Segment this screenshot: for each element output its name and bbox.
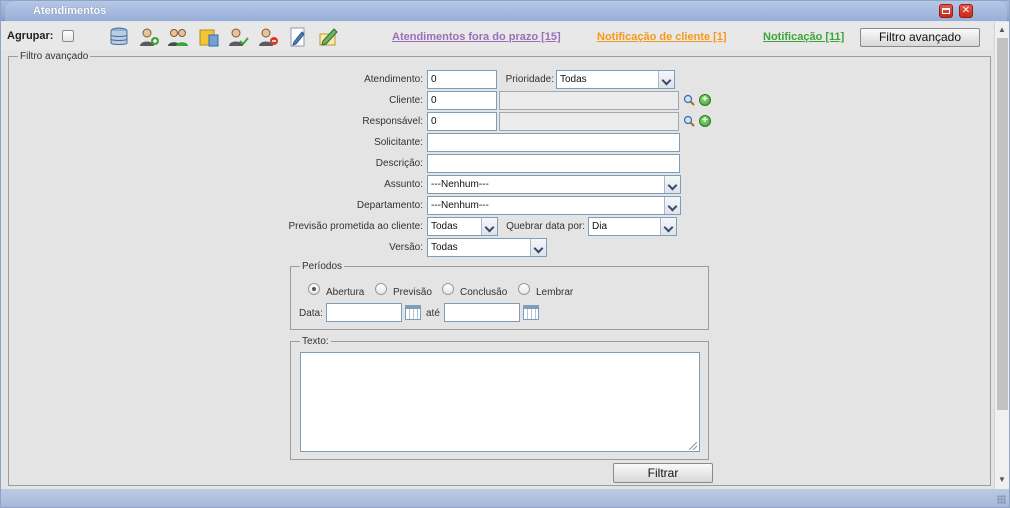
advanced-filter-button[interactable]: Filtro avançado — [860, 28, 980, 47]
responsavel-input[interactable]: 0 — [427, 112, 497, 131]
add-user-icon[interactable] — [138, 26, 160, 48]
radio-abertura[interactable] — [308, 283, 320, 295]
atendimentos-window: Atendimentos ✕ Agrupar: Atendimentos for… — [0, 0, 1010, 508]
filter-submit-button[interactable]: Filtrar — [613, 463, 713, 483]
chevron-down-icon[interactable] — [664, 176, 680, 193]
assunto-label: Assunto: — [384, 179, 423, 190]
solicitante-label: Solicitante: — [374, 137, 423, 148]
cliente-label: Cliente: — [389, 95, 423, 106]
toolbar: Agrupar: Atendimentos fora do prazo [15]… — [1, 22, 993, 50]
resize-grip-icon[interactable] — [689, 442, 697, 450]
texto-legend: Texto: — [300, 336, 331, 347]
radio-lembrar[interactable] — [518, 283, 530, 295]
folder-note-icon[interactable] — [198, 26, 220, 48]
departamento-label: Departamento: — [356, 200, 423, 211]
maximize-icon[interactable] — [939, 4, 953, 18]
users-icon[interactable] — [167, 26, 189, 48]
solicitante-input[interactable] — [427, 133, 680, 152]
quebrar-value: Dia — [592, 221, 608, 232]
user-remove-icon[interactable] — [257, 26, 279, 48]
cliente-name-field — [499, 91, 679, 110]
radio-lembrar-label: Lembrar — [536, 287, 574, 298]
chevron-down-icon[interactable] — [481, 218, 497, 235]
assunto-value: ---Nenhum--- — [431, 179, 489, 190]
responsavel-search-icon[interactable] — [683, 115, 695, 127]
versao-select[interactable]: Todas — [427, 238, 547, 257]
previsao-value: Todas — [431, 221, 458, 232]
scroll-thumb[interactable] — [997, 38, 1008, 410]
cliente-add-icon[interactable]: + — [699, 94, 711, 106]
title-tab — [5, 1, 1007, 21]
title-bar: Atendimentos ✕ — [1, 1, 1009, 21]
quebrar-label: Quebrar data por: — [506, 221, 585, 232]
chevron-down-icon[interactable] — [658, 71, 674, 88]
atendimento-input[interactable]: 0 — [427, 70, 497, 89]
departamento-value: ---Nenhum--- — [431, 200, 489, 211]
calendar-icon[interactable] — [523, 305, 539, 320]
client-notification-link[interactable]: Notificação de cliente [1] — [597, 31, 727, 43]
calendar-icon[interactable] — [405, 305, 421, 320]
quebrar-select[interactable]: Dia — [588, 217, 677, 236]
cliente-input[interactable]: 0 — [427, 91, 497, 110]
overdue-link[interactable]: Atendimentos fora do prazo [15] — [392, 31, 561, 43]
date-from-label: Data: — [299, 308, 323, 319]
descricao-input[interactable] — [427, 154, 680, 173]
departamento-select[interactable]: ---Nenhum--- — [427, 196, 681, 215]
responsavel-name-field — [499, 112, 679, 131]
scroll-up-icon[interactable]: ▲ — [998, 25, 1006, 34]
window-resize-icon[interactable] — [997, 495, 1006, 504]
edit-document-icon[interactable] — [287, 26, 309, 48]
prioridade-select[interactable]: Todas — [556, 70, 675, 89]
chevron-down-icon[interactable] — [664, 197, 680, 214]
prioridade-value: Todas — [560, 74, 587, 85]
scroll-down-icon[interactable]: ▼ — [998, 475, 1006, 484]
previsao-select[interactable]: Todas — [427, 217, 498, 236]
responsavel-label: Responsável: — [362, 116, 423, 127]
user-check-icon[interactable] — [227, 26, 249, 48]
radio-previsao-label: Previsão — [393, 287, 432, 298]
date-from-input[interactable] — [326, 303, 402, 322]
periods-legend: Períodos — [300, 261, 345, 272]
previsao-label: Previsão prometida ao cliente: — [288, 221, 423, 232]
cliente-search-icon[interactable] — [683, 94, 695, 106]
responsavel-add-icon[interactable]: + — [699, 115, 711, 127]
versao-label: Versão: — [389, 242, 423, 253]
prioridade-label: Prioridade: — [505, 74, 554, 85]
chevron-down-icon[interactable] — [660, 218, 676, 235]
database-icon[interactable] — [108, 26, 130, 48]
texto-textarea[interactable] — [300, 352, 700, 452]
group-checkbox[interactable] — [62, 30, 74, 42]
group-label: Agrupar: — [7, 30, 54, 42]
date-to-input[interactable] — [444, 303, 520, 322]
radio-conclusao[interactable] — [442, 283, 454, 295]
chevron-down-icon[interactable] — [530, 239, 546, 256]
pencil-note-icon[interactable] — [317, 26, 339, 48]
atendimento-label: Atendimento: — [364, 74, 423, 85]
date-until-label: até — [426, 308, 440, 319]
status-bar — [1, 489, 1009, 507]
notification-link[interactable]: Notificação [11] — [763, 31, 844, 43]
radio-abertura-label: Abertura — [326, 287, 365, 298]
close-icon[interactable]: ✕ — [959, 4, 973, 18]
window-title: Atendimentos — [33, 5, 107, 17]
assunto-select[interactable]: ---Nenhum--- — [427, 175, 681, 194]
radio-previsao[interactable] — [375, 283, 387, 295]
versao-value: Todas — [431, 242, 458, 253]
vertical-scrollbar[interactable]: ▲ ▼ — [994, 22, 1009, 489]
advanced-filter-legend: Filtro avançado — [18, 51, 91, 62]
descricao-label: Descrição: — [375, 158, 423, 169]
radio-conclusao-label: Conclusão — [460, 287, 508, 298]
